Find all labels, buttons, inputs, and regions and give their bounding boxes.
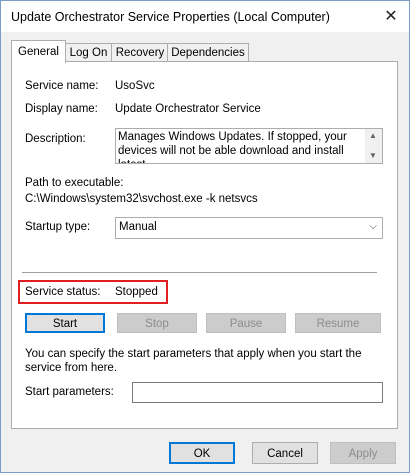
scroll-up-arrow-icon[interactable]: ▲ [369, 131, 377, 140]
start-params-input[interactable] [132, 382, 383, 403]
startup-type-value: Manual [119, 221, 157, 233]
start-button[interactable]: Start [25, 313, 105, 333]
description-text: Manages Windows Updates. If stopped, you… [118, 131, 347, 163]
tab-log-on[interactable]: Log On [64, 43, 113, 62]
start-params-label: Start parameters: [25, 386, 114, 398]
stop-button[interactable]: Stop [117, 313, 197, 333]
close-icon[interactable]: ✕ [374, 4, 408, 30]
title-bar[interactable]: Update Orchestrator Service Properties (… [1, 1, 409, 32]
description-scrollbar[interactable]: ▲ ▼ [365, 129, 382, 163]
general-tab-panel: Service name: UsoSvc Display name: Updat… [11, 61, 398, 429]
chevron-down-icon[interactable]: ⌵ [369, 221, 377, 232]
description-label: Description: [25, 133, 86, 145]
service-status-label: Service status: [25, 286, 101, 298]
service-status-value: Stopped [115, 286, 158, 298]
display-name-label: Display name: [25, 103, 98, 115]
path-label: Path to executable: [25, 177, 124, 189]
apply-button[interactable]: Apply [330, 442, 396, 464]
description-textbox[interactable]: Manages Windows Updates. If stopped, you… [115, 128, 383, 164]
ok-button[interactable]: OK [169, 442, 235, 464]
window-title: Update Orchestrator Service Properties (… [11, 10, 330, 24]
tab-dependencies[interactable]: Dependencies [167, 43, 249, 62]
start-params-hint: You can specify the start parameters tha… [25, 348, 362, 374]
properties-dialog: Update Orchestrator Service Properties (… [0, 0, 410, 473]
tab-recovery[interactable]: Recovery [111, 43, 169, 62]
service-name-value: UsoSvc [115, 80, 155, 92]
cancel-button[interactable]: Cancel [252, 442, 318, 464]
scroll-down-arrow-icon[interactable]: ▼ [369, 151, 377, 160]
path-value: C:\Windows\system32\svchost.exe -k netsv… [25, 193, 258, 205]
separator [22, 272, 377, 273]
startup-type-label: Startup type: [25, 221, 91, 233]
service-name-label: Service name: [25, 80, 99, 92]
tab-general[interactable]: General [11, 40, 66, 63]
display-name-value: Update Orchestrator Service [115, 103, 261, 115]
startup-type-dropdown[interactable]: Manual ⌵ [115, 217, 383, 239]
pause-button[interactable]: Pause [206, 313, 286, 333]
resume-button[interactable]: Resume [295, 313, 381, 333]
